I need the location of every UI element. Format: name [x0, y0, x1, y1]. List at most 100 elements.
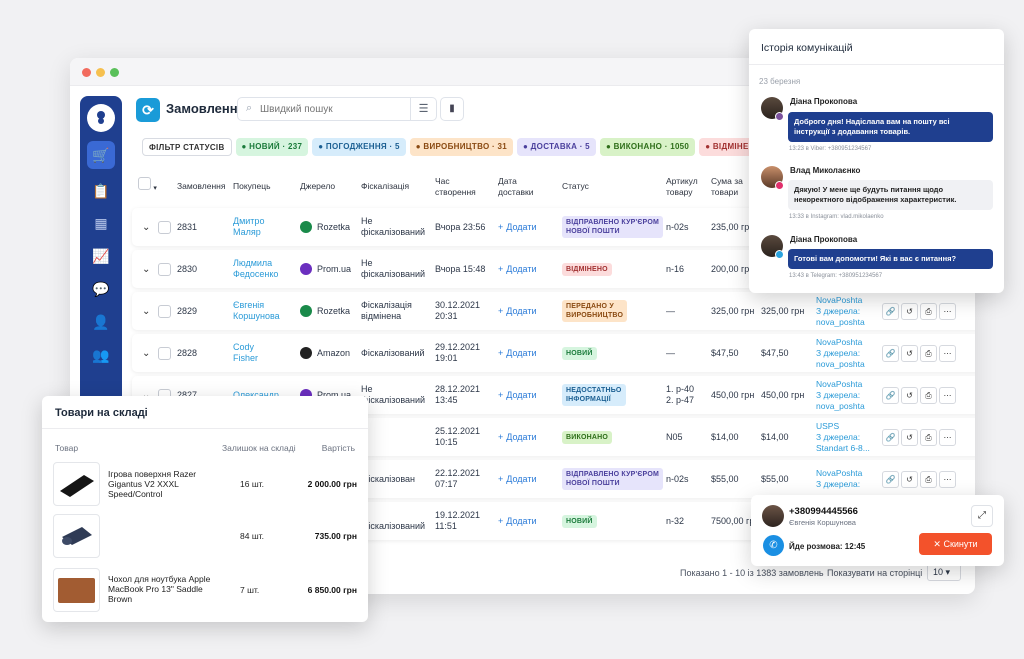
support-icon[interactable]: 👤 — [87, 308, 115, 336]
status-chip[interactable]: ● ВИКОНАНО · 1050 — [599, 138, 696, 156]
delivery-service-link[interactable]: NovaPoshta З джерела: nova_poshta — [816, 376, 876, 414]
add-delivery-date-button[interactable]: + Додати — [498, 418, 536, 456]
print-icon[interactable]: ⎙ — [920, 470, 937, 488]
row-checkbox[interactable] — [158, 334, 171, 372]
more-icon[interactable]: ⋯ — [939, 386, 956, 404]
buyer-link[interactable]: Євгенія Коршунова — [233, 292, 280, 330]
add-delivery-date-button[interactable]: + Додати — [498, 460, 536, 498]
history-icon[interactable]: ↺ — [901, 428, 918, 446]
th-sku[interactable]: Артикул товару — [666, 176, 698, 198]
th-fiscal[interactable]: Фіскалізація — [361, 181, 409, 192]
add-delivery-date-button[interactable]: + Додати — [498, 208, 536, 246]
expand-row-icon[interactable]: ⌄ — [142, 208, 150, 246]
buyer-link[interactable]: Дмитро Маляр — [233, 208, 264, 246]
status-chip[interactable]: ● ВИРОБНИЦТВО · 31 — [409, 138, 514, 156]
logo[interactable] — [87, 104, 115, 132]
row-checkbox[interactable] — [158, 292, 171, 330]
history-icon[interactable]: ↺ — [901, 470, 918, 488]
minimize-dot[interactable] — [96, 68, 105, 77]
product-name[interactable]: Ігрова поверхня Razer Gigantus V2 XXXL S… — [108, 469, 218, 499]
order-status[interactable]: НОВИЙ — [562, 334, 597, 372]
filter-settings-icon[interactable]: ☰ — [410, 98, 436, 120]
status-chip[interactable]: ● ДОСТАВКА · 5 — [517, 138, 596, 156]
order-id[interactable]: 2828 — [177, 334, 197, 372]
chart-icon[interactable]: 📈 — [87, 242, 115, 270]
status-chip[interactable]: ● ПОГОДЖЕННЯ · 5 — [312, 138, 406, 156]
users-icon[interactable]: 👥 — [87, 341, 115, 369]
th-delivery[interactable]: Дата доставки — [498, 176, 533, 198]
table-row[interactable]: ⌄ 2829 Євгенія Коршунова Rozetka Фіскалізація… — [132, 292, 975, 330]
bookmark-icon[interactable]: ▮ — [440, 97, 464, 121]
add-delivery-date-button[interactable]: + Додати — [498, 334, 536, 372]
delivery-service-link[interactable]: NovaPoshta З джерела: — [816, 460, 876, 498]
refresh-icon[interactable]: ⟳ — [136, 98, 160, 122]
order-status[interactable]: ВІДПРАВЛЕНО КУР'ЄРОМ НОВОЇ ПОШТИ — [562, 208, 664, 246]
hangup-button[interactable]: ✕ Скинути — [919, 533, 992, 555]
history-icon[interactable]: ↺ — [901, 386, 918, 404]
delivery-service-link[interactable]: NovaPoshta З джерела: nova_poshta — [816, 334, 876, 372]
print-icon[interactable]: ⎙ — [920, 386, 937, 404]
buyer-link[interactable]: Cody Fisher — [233, 334, 258, 372]
link-icon[interactable]: 🔗 — [882, 428, 899, 446]
expand-icon[interactable]: ⤢ — [971, 505, 993, 527]
fiscal-status: Не фіскалізований — [361, 216, 426, 237]
history-icon[interactable]: ↺ — [901, 302, 918, 320]
search-input[interactable] — [260, 101, 410, 117]
cart-icon[interactable]: 🛒 — [87, 141, 115, 169]
add-delivery-date-button[interactable]: + Додати — [498, 292, 536, 330]
link-icon[interactable]: 🔗 — [882, 302, 899, 320]
add-delivery-date-button[interactable]: + Додати — [498, 502, 536, 540]
row-checkbox[interactable] — [158, 208, 171, 246]
order-id[interactable]: 2831 — [177, 208, 197, 246]
status-chip[interactable]: ● НОВИЙ · 237 — [235, 138, 309, 156]
th-order[interactable]: Замовлення — [177, 181, 225, 192]
expand-row-icon[interactable]: ⌄ — [142, 292, 150, 330]
order-status[interactable]: ВІДМІНЕНО — [562, 250, 612, 288]
add-delivery-date-button[interactable]: + Додати — [498, 376, 536, 414]
link-icon[interactable]: 🔗 — [882, 344, 899, 362]
product-image-mousepad[interactable] — [53, 462, 100, 506]
history-icon[interactable]: ↺ — [901, 344, 918, 362]
close-dot[interactable] — [82, 68, 91, 77]
boxes-icon[interactable]: ▦ — [87, 209, 115, 237]
select-all-checkbox[interactable]: ▾ — [138, 177, 157, 194]
order-id[interactable]: 2829 — [177, 292, 197, 330]
sku: n-16 — [666, 263, 685, 274]
order-status[interactable]: ПЕРЕДАНО У ВИРОБНИЦТВО — [562, 292, 628, 330]
maximize-dot[interactable] — [110, 68, 119, 77]
product-name[interactable]: Чохол для ноутбука Apple MacBook Pro 13"… — [108, 574, 218, 604]
th-created[interactable]: Час створення — [435, 176, 476, 198]
more-icon[interactable]: ⋯ — [939, 428, 956, 446]
expand-row-icon[interactable]: ⌄ — [142, 334, 150, 372]
link-icon[interactable]: 🔗 — [882, 470, 899, 488]
status-filter-button[interactable]: ФІЛЬТР СТАТУСІВ — [142, 138, 232, 156]
product-image-case[interactable] — [53, 568, 100, 612]
th-sum[interactable]: Сума за товари — [711, 176, 743, 198]
chat-icon[interactable]: 💬 — [87, 275, 115, 303]
order-id[interactable]: 2830 — [177, 250, 197, 288]
order-status[interactable]: НЕДОСТАТНЬО ІНФОРМАЦІЇ — [562, 376, 626, 414]
th-status[interactable]: Статус — [562, 181, 589, 192]
print-icon[interactable]: ⎙ — [920, 302, 937, 320]
order-status[interactable]: ВІДПРАВЛЕНО КУР'ЄРОМ НОВОЇ ПОШТИ — [562, 460, 664, 498]
th-source[interactable]: Джерело — [300, 181, 335, 192]
more-icon[interactable]: ⋯ — [939, 470, 956, 488]
print-icon[interactable]: ⎙ — [920, 344, 937, 362]
order-status[interactable]: НОВИЙ — [562, 502, 597, 540]
buyer-link[interactable]: Людмила Федосенко — [233, 250, 278, 288]
row-checkbox[interactable] — [158, 250, 171, 288]
order-status[interactable]: ВИКОНАНО — [562, 418, 613, 456]
clipboard-icon[interactable]: 📋 — [87, 177, 115, 205]
delivery-service-link[interactable]: NovaPoshta З джерела: nova_poshta — [816, 292, 876, 330]
link-icon[interactable]: 🔗 — [882, 386, 899, 404]
print-icon[interactable]: ⎙ — [920, 428, 937, 446]
add-delivery-date-button[interactable]: + Додати — [498, 250, 536, 288]
more-icon[interactable]: ⋯ — [939, 344, 956, 362]
telegram-icon — [775, 250, 784, 259]
more-icon[interactable]: ⋯ — [939, 302, 956, 320]
product-image-mat[interactable] — [53, 514, 100, 558]
expand-row-icon[interactable]: ⌄ — [142, 250, 150, 288]
table-row[interactable]: ⌄ 2828 Cody Fisher Amazon Фіскалізований 29.12… — [132, 334, 975, 372]
delivery-service-link[interactable]: USPS З джерела: Standart 6-8... — [816, 418, 876, 456]
th-buyer[interactable]: Покупець — [233, 181, 271, 192]
